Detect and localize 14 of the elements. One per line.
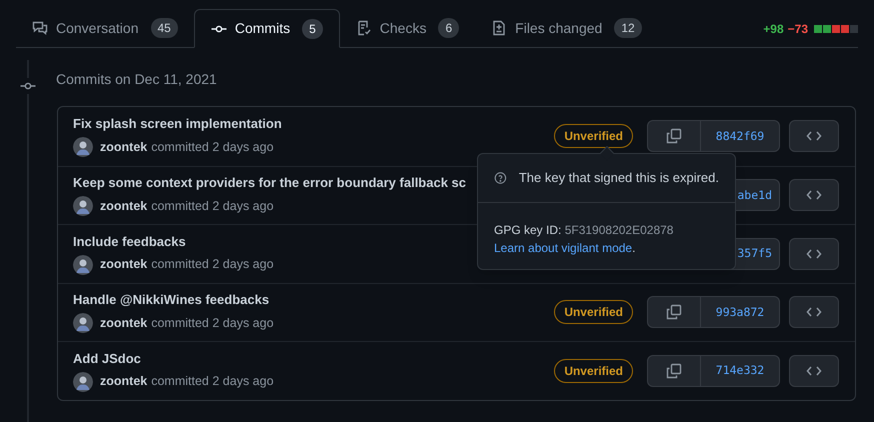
link-period: . xyxy=(632,241,636,255)
additions-count: +98 xyxy=(763,20,784,38)
deletions-count: −73 xyxy=(788,20,808,38)
commit-meta: committed 2 days ago xyxy=(151,373,274,390)
count-badge: 6 xyxy=(438,18,460,38)
commit-meta: committed 2 days ago xyxy=(151,138,274,156)
gpg-key-id: GPG key ID: 5F31908202E02878 xyxy=(494,222,674,239)
commit-meta: committed 2 days ago xyxy=(151,198,274,215)
commit-meta: committed 2 days ago xyxy=(151,256,274,274)
count-badge: 5 xyxy=(302,18,323,38)
count-badge: 12 xyxy=(614,18,642,38)
count-badge: 45 xyxy=(150,18,178,38)
commit-group-heading: Commits on Dec 11, 2021 xyxy=(56,70,218,89)
commit-meta: committed 2 days ago xyxy=(151,314,274,332)
